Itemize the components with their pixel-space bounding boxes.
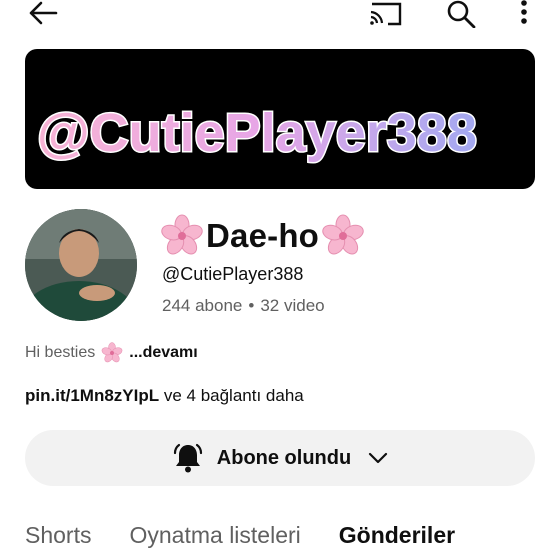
cherry-blossom-icon: [161, 214, 203, 255]
subscribed-button[interactable]: Abone olundu: [25, 430, 535, 486]
subscriber-count: 244 abone: [162, 296, 243, 315]
channel-avatar[interactable]: [25, 209, 137, 321]
tab-posts[interactable]: Gönderiler: [339, 522, 455, 560]
description-text: Hi besties: [25, 344, 96, 361]
channel-name: Dae-ho: [206, 217, 320, 254]
banner-text-art: @CutiePlayer388: [36, 102, 479, 165]
top-app-bar: [0, 0, 560, 30]
channel-links-more[interactable]: ve 4 bağlantı daha: [159, 386, 304, 405]
channel-banner: @CutiePlayer388: [25, 49, 535, 189]
back-arrow-icon[interactable]: [26, 0, 60, 26]
video-count: 32 video: [260, 296, 325, 315]
channel-link-url[interactable]: pin.it/1Mn8zYIpL: [25, 386, 159, 405]
channel-name-row: Dae-ho: [160, 214, 365, 258]
channel-stats: 244 abone • 32 video: [162, 296, 325, 316]
subscribed-label: Abone olundu: [216, 446, 352, 469]
avatar-image: [25, 209, 137, 321]
tab-playlists[interactable]: Oynatma listeleri: [129, 522, 300, 560]
banner-handle-text: @CutiePlayer388: [37, 103, 477, 163]
channel-description[interactable]: Hi besties ...devamı: [25, 342, 198, 364]
chevron-down-icon: [369, 452, 388, 464]
more-vert-icon[interactable]: [514, 0, 534, 28]
channel-links[interactable]: pin.it/1Mn8zYIpL ve 4 bağlantı daha: [25, 386, 304, 406]
tab-shorts[interactable]: Shorts: [25, 522, 91, 560]
description-more-link[interactable]: ...devamı: [129, 344, 197, 362]
bell-ringing-icon: [173, 443, 202, 473]
cast-icon[interactable]: [368, 0, 404, 26]
cherry-blossom-icon: [322, 214, 364, 255]
search-icon[interactable]: [444, 0, 478, 28]
channel-handle: @CutiePlayer388: [162, 264, 304, 284]
channel-tabs: Shorts Oynatma listeleri Gönderiler: [25, 522, 560, 560]
cherry-blossom-icon: [101, 342, 123, 363]
stats-separator: •: [248, 296, 255, 315]
